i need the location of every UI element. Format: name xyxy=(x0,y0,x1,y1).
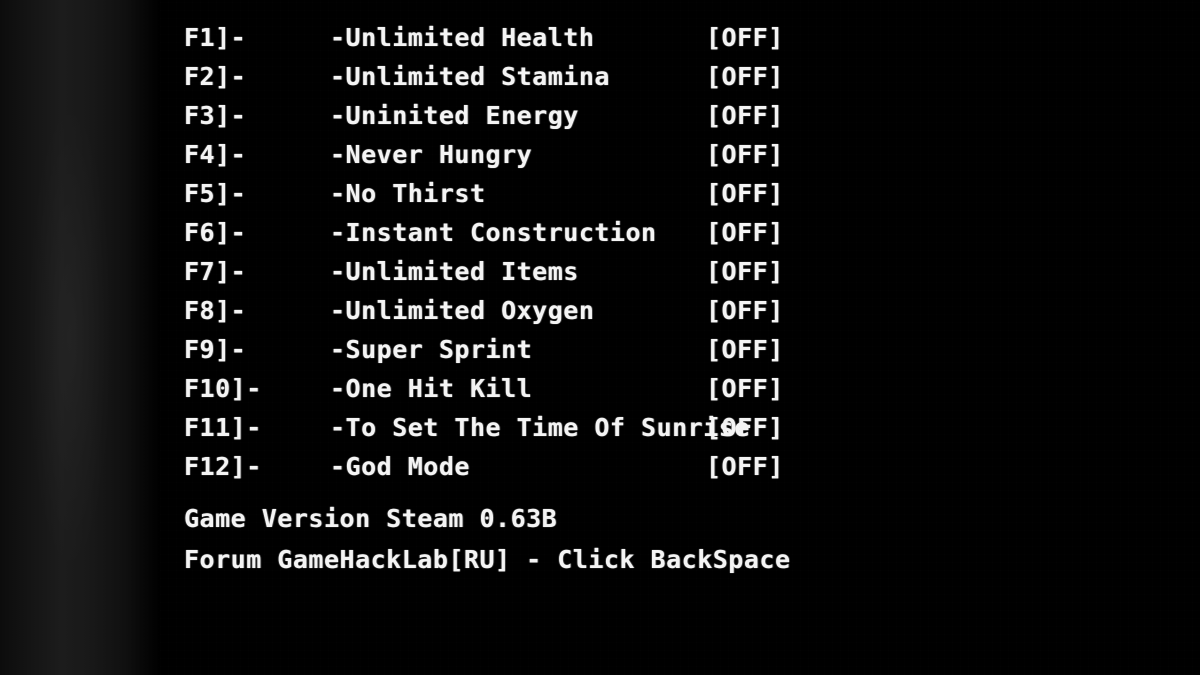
cheat-hotkey: F1]- xyxy=(184,23,247,52)
cheat-status-badge[interactable]: [OFF] xyxy=(706,135,784,174)
cheat-status-badge[interactable]: [OFF] xyxy=(706,291,784,330)
cheat-row[interactable]: F3]- -Uninited Energy [OFF] xyxy=(184,96,824,135)
cheat-hotkey: F3]- xyxy=(184,101,247,130)
cheat-label: -Uninited Energy xyxy=(330,101,579,130)
cheat-status-badge[interactable]: [OFF] xyxy=(706,369,784,408)
cheat-label: -Unlimited Oxygen xyxy=(330,296,595,325)
cheat-label: -Unlimited Stamina xyxy=(330,62,610,91)
cheat-hotkey: F7]- xyxy=(184,257,247,286)
cheat-status-badge[interactable]: [OFF] xyxy=(706,96,784,135)
cheat-row[interactable]: F4]- -Never Hungry [OFF] xyxy=(184,135,824,174)
cheat-row[interactable]: F2]- -Unlimited Stamina [OFF] xyxy=(184,57,824,96)
cheat-status-badge[interactable]: [OFF] xyxy=(706,213,784,252)
cheat-status-badge[interactable]: [OFF] xyxy=(706,174,784,213)
cheat-row[interactable]: F6]- -Instant Construction [OFF] xyxy=(184,213,824,252)
forum-credit-text: Forum GameHackLab[RU] - Click BackSpace xyxy=(184,545,791,574)
cheat-status-badge[interactable]: [OFF] xyxy=(706,330,784,369)
cheat-row[interactable]: F5]- -No Thirst [OFF] xyxy=(184,174,824,213)
cheat-status-badge[interactable]: [OFF] xyxy=(706,447,784,486)
cheat-status-badge[interactable]: [OFF] xyxy=(706,57,784,96)
cheat-row[interactable]: F7]- -Unlimited Items [OFF] xyxy=(184,252,824,291)
cheat-label: -God Mode xyxy=(330,452,470,481)
cheat-row[interactable]: F1]- -Unlimited Health [OFF] xyxy=(184,18,824,57)
game-screen: F1]- -Unlimited Health [OFF] F2]- -Unlim… xyxy=(0,0,1200,675)
cheat-hotkey: F12]- xyxy=(184,452,262,481)
cheat-label: -Instant Construction xyxy=(330,218,657,247)
cheat-label: -Unlimited Items xyxy=(330,257,579,286)
trainer-footer: Game Version Steam 0.63B Forum GameHackL… xyxy=(184,498,884,580)
cheat-hotkey: F6]- xyxy=(184,218,247,247)
cheat-list: F1]- -Unlimited Health [OFF] F2]- -Unlim… xyxy=(184,18,824,486)
cheat-status-badge[interactable]: [OFF] xyxy=(706,18,784,57)
cheat-hotkey: F9]- xyxy=(184,335,247,364)
cheat-row[interactable]: F8]- -Unlimited Oxygen [OFF] xyxy=(184,291,824,330)
cheat-row[interactable]: F9]- -Super Sprint [OFF] xyxy=(184,330,824,369)
cheat-row[interactable]: F11]- -To Set The Time Of Sunrise [OFF] xyxy=(184,408,824,447)
cheat-hotkey: F5]- xyxy=(184,179,247,208)
cheat-hotkey: F8]- xyxy=(184,296,247,325)
cheat-status-badge[interactable]: [OFF] xyxy=(706,252,784,291)
game-version-row: Game Version Steam 0.63B xyxy=(184,498,884,539)
cheat-label: -To Set The Time Of Sunrise xyxy=(330,413,750,442)
cheat-label: -Super Sprint xyxy=(330,335,533,364)
cheat-label: -Never Hungry xyxy=(330,140,533,169)
cheat-row[interactable]: F12]- -God Mode [OFF] xyxy=(184,447,824,486)
cheat-label: -One Hit Kill xyxy=(330,374,533,403)
cheat-label: -Unlimited Health xyxy=(330,23,595,52)
game-version-text: Game Version Steam 0.63B xyxy=(184,504,558,533)
cheat-hotkey: F2]- xyxy=(184,62,247,91)
cheat-hotkey: F4]- xyxy=(184,140,247,169)
cheat-row[interactable]: F10]- -One Hit Kill [OFF] xyxy=(184,369,824,408)
trainer-overlay: F1]- -Unlimited Health [OFF] F2]- -Unlim… xyxy=(0,0,1200,675)
forum-credit-row: Forum GameHackLab[RU] - Click BackSpace xyxy=(184,539,884,580)
cheat-hotkey: F11]- xyxy=(184,413,262,442)
cheat-hotkey: F10]- xyxy=(184,374,262,403)
cheat-label: -No Thirst xyxy=(330,179,486,208)
cheat-status-badge[interactable]: [OFF] xyxy=(706,408,784,447)
